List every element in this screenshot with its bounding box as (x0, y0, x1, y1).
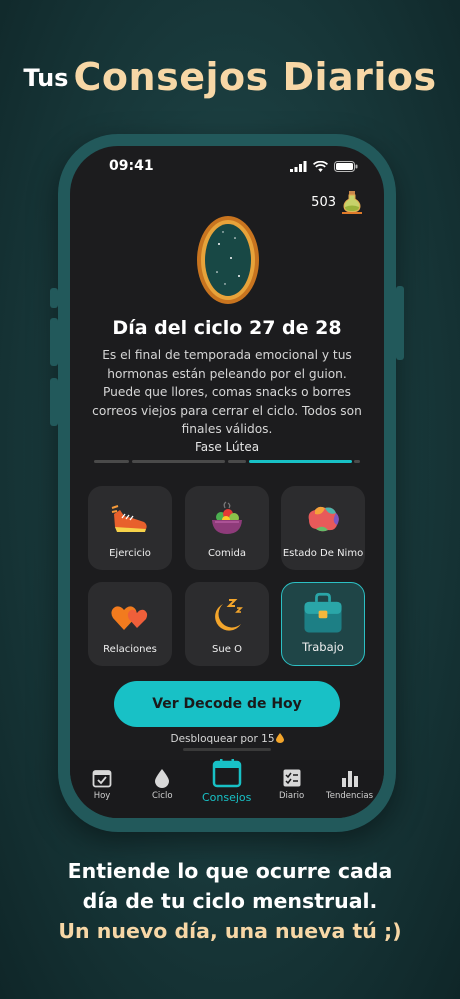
phase-progress-bar (94, 460, 360, 463)
drop-coin-icon (275, 733, 284, 743)
tab-label: Hoy (93, 791, 111, 801)
brain-icon (308, 506, 339, 532)
tab-label: Diario (279, 791, 305, 801)
status-time: 09:41 (109, 158, 154, 174)
footer-line-2: día de tu ciclo menstrual. (82, 889, 378, 913)
phase-label: Fase Lútea (194, 440, 260, 454)
phone-side-button (50, 288, 58, 308)
footer-tagline: Entiende lo que ocurre cada día de tu ci… (0, 856, 460, 946)
salad-bowl-icon (212, 501, 242, 534)
potion-icon (342, 191, 362, 214)
card-label: Trabajo (302, 640, 344, 654)
card-label: Ejercicio (109, 548, 151, 559)
phone-volume-up (50, 318, 58, 366)
headline-small: Tus (23, 64, 69, 92)
calendar-check-icon (92, 770, 112, 788)
coin-balance[interactable]: 503 (311, 190, 362, 214)
view-decode-button[interactable]: Ver Decode de Hoy (114, 681, 340, 727)
cycle-description: Es el final de temporada emocional y tus… (92, 348, 362, 436)
bottom-tab-bar: Hoy Ciclo Consejos Diario Tendencias (70, 758, 384, 818)
headline-big: Consejos Diarios (73, 55, 437, 99)
headline: Tus Consejos Diarios (0, 55, 460, 99)
footer-line-1: Entiende lo que ocurre cada (67, 859, 393, 883)
tab-hoy[interactable]: Hoy (92, 768, 112, 801)
calendar-icon (212, 759, 241, 788)
tab-label: Consejos (202, 791, 252, 804)
status-bar: 09:41 (70, 158, 384, 178)
tab-label: Ciclo (152, 791, 173, 801)
tab-diario[interactable]: Diario (279, 768, 304, 801)
cycle-day-title: Día del ciclo 27 de 28 (112, 317, 342, 339)
unlock-text[interactable]: Desbloquear por 15 (70, 733, 384, 745)
card-label: Relaciones (103, 644, 157, 655)
phone-power-button (396, 286, 404, 360)
divider (183, 748, 271, 751)
card-label: Sue O (212, 644, 242, 655)
card-label: Estado De Nimo (282, 548, 364, 559)
card-relaciones[interactable]: Relaciones (88, 582, 172, 666)
card-comida[interactable]: Comida (185, 486, 269, 570)
signal-icon (290, 161, 307, 172)
running-shoe-icon (111, 505, 147, 532)
wifi-icon (313, 161, 328, 172)
bar-chart-icon (341, 771, 358, 787)
card-label: Comida (207, 548, 247, 559)
card-ejercicio[interactable]: Ejercicio (88, 486, 172, 570)
moon-sleep-icon (215, 599, 243, 631)
briefcase-icon (304, 592, 342, 633)
journal-icon (283, 769, 301, 787)
footer-line-3: Un nuevo día, una nueva tú ;) (58, 919, 402, 943)
unlock-label: Desbloquear por 15 (170, 733, 275, 745)
tab-ciclo[interactable]: Ciclo (152, 768, 173, 801)
app-screen: 09:41 503 Día del ciclo 27 de 28 Es el f… (70, 146, 384, 818)
card-sueno[interactable]: Sue O (185, 582, 269, 666)
card-trabajo[interactable]: Trabajo (281, 582, 365, 666)
tab-consejos[interactable]: Consejos (202, 758, 251, 804)
hearts-icon (111, 606, 148, 630)
mirror-illustration (197, 216, 259, 304)
card-estado-de-nimo[interactable]: Estado De Nimo (281, 486, 365, 570)
battery-icon (334, 161, 358, 172)
drop-icon (155, 769, 170, 788)
tab-label: Tendencias (326, 791, 374, 801)
tab-tendencias[interactable]: Tendencias (326, 768, 373, 801)
coin-count: 503 (311, 194, 336, 210)
phone-volume-down (50, 378, 58, 426)
